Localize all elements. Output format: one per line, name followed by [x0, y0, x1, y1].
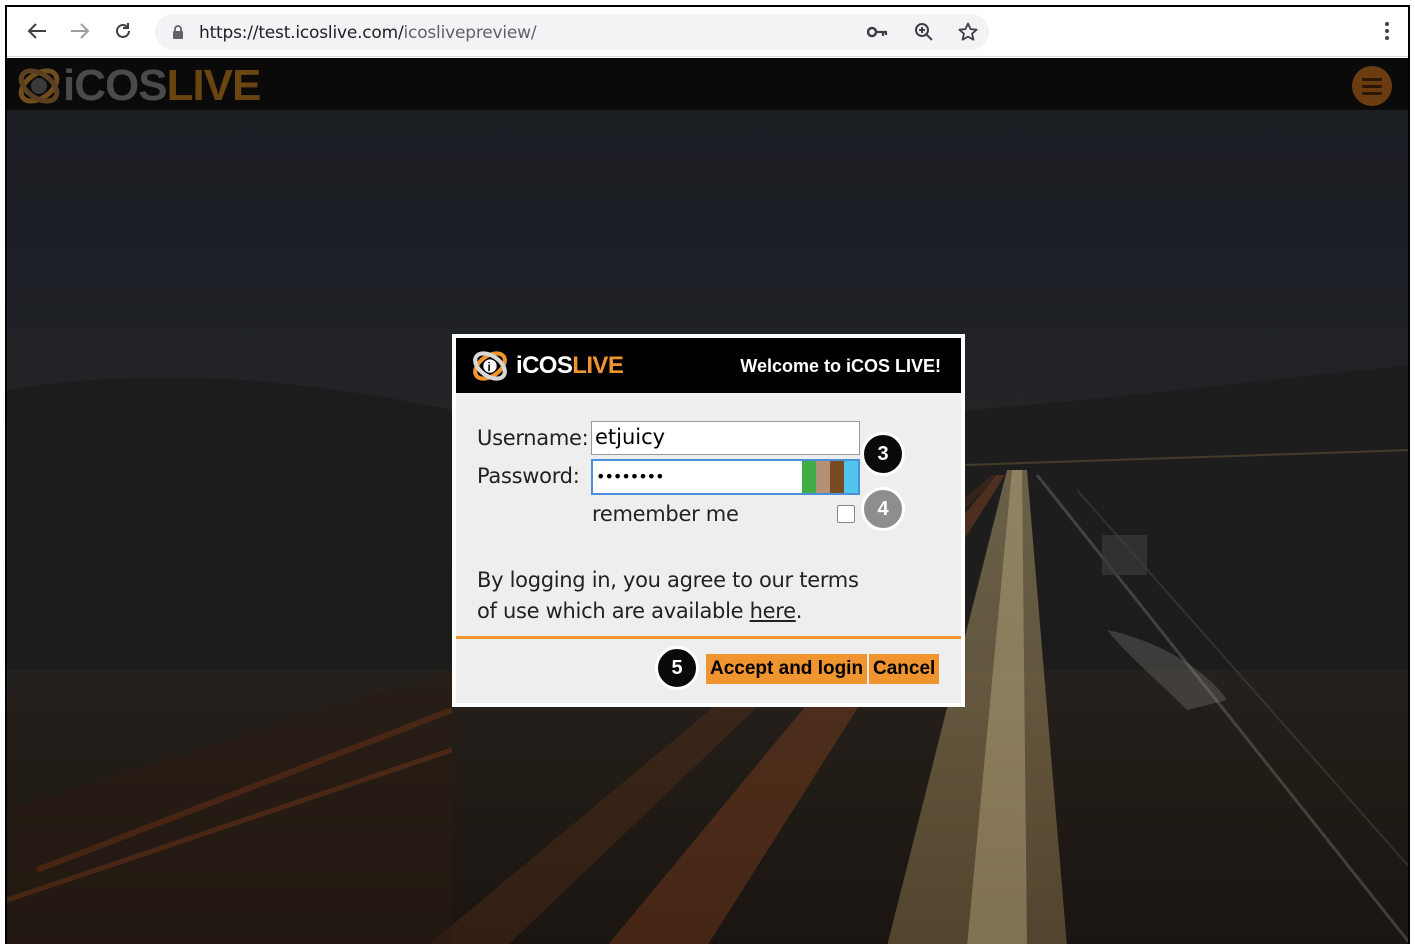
- hamburger-icon[interactable]: [1352, 66, 1392, 106]
- url-path: icoslivepreview/: [403, 23, 537, 43]
- terms-text: By logging in, you agree to our terms of…: [477, 565, 859, 627]
- dialog-title: Welcome to iCOS LIVE!: [740, 356, 941, 376]
- zoom-icon[interactable]: [913, 22, 935, 42]
- terms-link[interactable]: here: [750, 599, 796, 623]
- cancel-button[interactable]: Cancel: [869, 654, 940, 684]
- back-icon[interactable]: [25, 19, 49, 43]
- lock-icon[interactable]: [172, 25, 184, 44]
- username-input[interactable]: etjuicy: [591, 421, 860, 455]
- pm-stripe: [830, 461, 844, 493]
- terms-line-1: By logging in, you agree to our terms: [477, 568, 859, 592]
- remember-me-label: remember me: [592, 502, 739, 526]
- password-label: Password:: [477, 464, 580, 488]
- screenshot-frame: https://test.icoslive.com/icosliveprevie…: [5, 5, 1410, 944]
- terms-line-2: of use which are available here.: [477, 596, 859, 627]
- hamburger-line: [1362, 91, 1382, 95]
- step-5-badge: 5: [655, 646, 699, 690]
- page-viewport: iCOS LIVE i iCOS LIVE Welcome to iCOS LI…: [7, 58, 1408, 944]
- pm-stripe: [844, 461, 858, 493]
- site-header: iCOS LIVE: [7, 58, 1408, 110]
- hamburger-line: [1362, 77, 1382, 81]
- browser-toolbar: https://test.icoslive.com/icosliveprevie…: [7, 7, 1408, 57]
- terms-line-2-text: of use which are available: [477, 599, 750, 623]
- site-logo[interactable]: iCOS LIVE: [15, 61, 262, 110]
- brand-suffix: LIVE: [166, 61, 262, 110]
- dialog-header: i iCOS LIVE Welcome to iCOS LIVE!: [456, 338, 961, 393]
- accept-and-login-button[interactable]: Accept and login: [706, 654, 868, 684]
- url-host: https://test.icoslive.com/: [199, 23, 404, 43]
- address-bar[interactable]: https://test.icoslive.com/icosliveprevie…: [155, 14, 989, 50]
- svg-text:i: i: [488, 361, 491, 374]
- reload-icon[interactable]: [111, 19, 135, 43]
- brand-prefix: iCOS: [63, 61, 168, 110]
- remember-me-checkbox[interactable]: [837, 505, 855, 523]
- url-text[interactable]: https://test.icoslive.com/icosliveprevie…: [199, 23, 537, 43]
- step-4-badge: 4: [861, 487, 905, 531]
- dialog-brand-suffix: LIVE: [572, 352, 624, 379]
- key-icon[interactable]: [867, 22, 889, 42]
- kebab-menu-icon[interactable]: [1384, 21, 1390, 46]
- dialog-brand-prefix: iCOS: [516, 352, 573, 379]
- pm-stripe: [802, 461, 816, 493]
- forward-icon[interactable]: [68, 19, 92, 43]
- star-icon[interactable]: [957, 22, 979, 42]
- hamburger-line: [1362, 84, 1382, 88]
- password-dots: ••••••••: [596, 467, 664, 486]
- step-3-badge: 3: [861, 432, 905, 476]
- icos-logo-icon: [18, 68, 60, 104]
- dialog-divider: [456, 636, 961, 639]
- dialog-logo: i iCOS LIVE: [470, 347, 624, 385]
- password-manager-icon[interactable]: [802, 461, 858, 493]
- username-label: Username:: [477, 426, 589, 450]
- icos-logo-icon: i: [473, 351, 507, 381]
- password-input[interactable]: ••••••••: [591, 459, 860, 495]
- pm-stripe: [816, 461, 830, 493]
- terms-period: .: [795, 599, 803, 623]
